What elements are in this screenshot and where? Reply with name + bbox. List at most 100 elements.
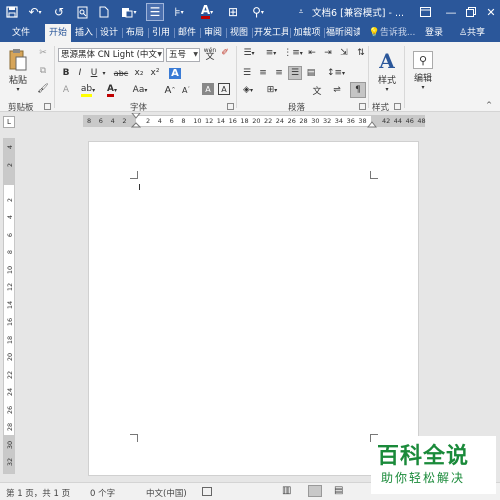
web-layout-icon[interactable]: ▤ (334, 485, 343, 496)
document-page[interactable] (88, 141, 419, 476)
watermark-logo: 百科全说 助你轻松解决 (371, 436, 496, 494)
collapse-ribbon-icon[interactable]: ^ (484, 100, 494, 110)
ruler-tick: 44 (393, 117, 403, 125)
text-effects-icon[interactable]: A (166, 64, 184, 82)
tab-home[interactable]: 开始 (45, 24, 71, 42)
font-color-icon[interactable]: A ▾ (196, 3, 218, 21)
ruler-tick: 14 (216, 117, 226, 125)
multilevel-list-icon[interactable]: ⋮≡ ▾ (283, 46, 303, 60)
asian-layout-icon[interactable]: 文 (310, 83, 324, 97)
ribbon-display-icon[interactable] (414, 3, 436, 21)
tab-references[interactable]: 引用 (150, 24, 172, 42)
copy-icon[interactable]: ⧉ (36, 64, 50, 78)
share-button[interactable]: ♙共享 (452, 24, 492, 42)
macro-record-icon[interactable] (202, 487, 212, 496)
character-border-icon[interactable]: A (218, 83, 230, 95)
change-case-button[interactable]: Aa ▾ (130, 83, 150, 97)
subscript-button[interactable]: x₂ (132, 66, 146, 80)
distributed-icon[interactable]: ▤ (304, 66, 318, 80)
align-center-icon[interactable]: ≡ (256, 66, 270, 80)
sign-in-link[interactable]: 登录 (422, 24, 446, 42)
clipboard-launcher-icon[interactable] (44, 103, 51, 110)
strikethrough-button[interactable]: abc (112, 66, 130, 80)
more-icon[interactable]: ⩡ (294, 3, 308, 21)
styles-button[interactable]: A 样式 ▾ (372, 46, 402, 96)
ruler-tick: 4 (157, 117, 162, 125)
shrink-font-button[interactable]: Aˇ (180, 83, 192, 97)
show-marks-icon[interactable]: ¶ (350, 82, 366, 98)
superscript-button[interactable]: x² (148, 66, 162, 80)
character-shading-icon[interactable]: A (202, 83, 214, 95)
justify-icon[interactable]: ☰ (288, 66, 302, 80)
grow-font-button[interactable]: A ^ (164, 83, 176, 97)
underline-dropdown-icon[interactable]: ▾ (100, 66, 108, 80)
font-launcher-icon[interactable] (227, 103, 234, 110)
tab-selector[interactable]: L (3, 116, 15, 128)
close-icon[interactable]: ✕ (480, 3, 500, 21)
borders-icon[interactable]: ⊞ ▾ (264, 83, 280, 97)
layout-icon[interactable]: ☰ (146, 3, 164, 21)
bold-button[interactable]: B (60, 66, 72, 80)
paragraph-launcher-icon[interactable] (359, 103, 366, 110)
paste-special-icon[interactable]: ▾ (118, 3, 140, 21)
new-doc-icon[interactable] (95, 3, 113, 21)
align-left-icon[interactable]: ☰ (240, 66, 254, 80)
undo-icon[interactable]: ↶ ▾ (24, 3, 46, 21)
underline-button[interactable]: U (88, 66, 100, 80)
search-icon[interactable]: ⚲ ▾ (248, 3, 268, 21)
print-preview-icon[interactable] (73, 3, 91, 21)
editing-button[interactable]: ⚲ 编辑 ▾ (410, 46, 436, 96)
shading-icon[interactable]: ◈ ▾ (240, 83, 256, 97)
italic-button[interactable]: I (74, 66, 86, 80)
ruler-tick: 2 (6, 162, 14, 167)
tab-view[interactable]: 视图 (228, 24, 250, 42)
restore-icon[interactable] (460, 3, 482, 21)
font-size-combo[interactable]: 五号 ▼ (166, 48, 200, 62)
ruler-tick: 30 (6, 440, 14, 449)
tell-me-box[interactable]: 💡告诉我... (366, 24, 418, 42)
tab-insert[interactable]: 插入 (73, 24, 95, 42)
save-icon[interactable] (3, 3, 21, 21)
clear-formatting-icon[interactable]: ✐ (219, 46, 231, 60)
tab-layout[interactable]: 布局 (124, 24, 146, 42)
styles-launcher-icon[interactable] (394, 103, 401, 110)
highlight-button[interactable]: ab ▾ (80, 83, 96, 97)
increase-indent-icon[interactable]: ⇥ (322, 46, 334, 60)
phonetic-guide-button[interactable]: wén 文 (202, 45, 218, 63)
text-effects-outline-icon[interactable]: A (60, 83, 72, 97)
align-icon[interactable]: ⊧ ▾ (168, 3, 190, 21)
numbering-icon[interactable]: ≡ ▾ (262, 46, 280, 60)
minimize-icon[interactable]: — (440, 3, 462, 21)
tab-design[interactable]: 设计 (98, 24, 120, 42)
horizontal-ruler[interactable]: 8 6 4 2 2 4 6 8 10 12 14 16 18 20 22 24 26 28 30 32 34 36 38 42… (83, 113, 426, 128)
page-count[interactable]: 第 1 页，共 1 页 (6, 487, 70, 499)
read-mode-icon[interactable]: ▥ (282, 485, 291, 496)
font-color-button[interactable]: A ▾ (104, 83, 120, 97)
word-count[interactable]: 0 个字 (90, 487, 115, 499)
tab-file[interactable]: 文件 (4, 24, 38, 42)
bullets-icon[interactable]: ☰ ▾ (240, 46, 258, 60)
format-painter-icon[interactable]: 🖌 (36, 82, 50, 96)
decrease-indent-icon[interactable]: ⇤ (306, 46, 318, 60)
tab-mailings[interactable]: 邮件 (176, 24, 198, 42)
language-indicator[interactable]: 中文(中国) (146, 487, 187, 499)
tab-developer[interactable]: 开发工具 (254, 24, 288, 42)
cut-icon[interactable]: ✂ (36, 46, 50, 60)
tab-foxit[interactable]: 福昕阅读 (326, 24, 360, 42)
ruler-tick: 14 (6, 300, 14, 309)
vertical-ruler[interactable]: 4 2 2 4 6 8 10 12 14 16 18 20 22 24 26 28 30 32 (3, 138, 15, 474)
ribbon-tabs: 文件 开始 插入 设计 布局 引用 邮件 审阅 视图 开发工具 加载项 福昕阅读… (0, 24, 500, 42)
tab-addins[interactable]: 加载项 (292, 24, 322, 42)
align-right-icon[interactable]: ≡ (272, 66, 286, 80)
ruler-tick: 18 (6, 335, 14, 344)
redo-icon[interactable]: ↺ (50, 3, 68, 21)
paste-button[interactable]: 粘贴 ▾ (6, 46, 30, 94)
font-name-combo[interactable]: 思源黑体 CN Light (中文 ▼ (58, 48, 164, 62)
line-spacing-icon[interactable]: ↕≡ ▾ (326, 66, 346, 80)
print-layout-icon[interactable] (308, 485, 322, 497)
tab-review[interactable]: 审阅 (202, 24, 224, 42)
table-icon[interactable]: ⊞ (224, 3, 242, 21)
chinese-layout-icon[interactable]: ⇲ (338, 46, 350, 60)
sort-icon[interactable]: ⇅ (354, 46, 368, 60)
text-direction-icon[interactable]: ⇌ (330, 83, 344, 97)
